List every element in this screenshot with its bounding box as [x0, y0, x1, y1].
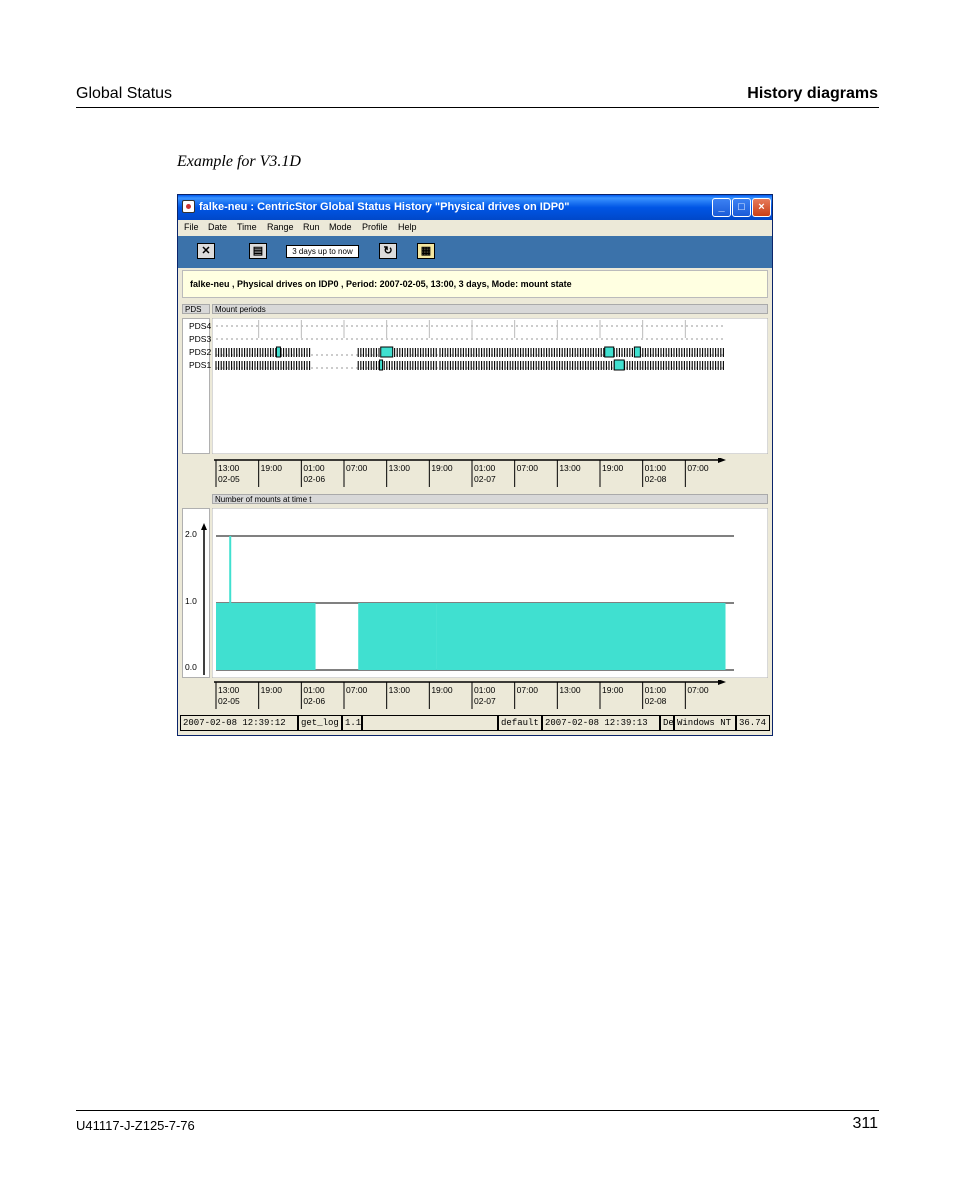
page-header-left: Global Status [76, 85, 173, 102]
mount-count-chart [212, 508, 768, 678]
minimize-button[interactable]: _ [712, 198, 731, 217]
status-timestamp: 2007-02-08 12:39:12 [180, 715, 298, 731]
y-tick-label: 0.0 [185, 662, 197, 672]
drive-label: PDS3 [189, 334, 212, 344]
table-icon[interactable]: ▦ [417, 243, 435, 259]
status-value: 36.74 [736, 715, 770, 731]
bottom-tick-time: 07:00 [517, 685, 539, 695]
toolbar: ✕ ▤ 3 days up to now ↻ ▦ [178, 236, 772, 268]
top-tick-time: 07:00 [517, 463, 539, 473]
time-axis-top: 13:0002-0519:00 01:0002-0607:00 13:00 19:00… [214, 458, 726, 487]
status-os: Windows NT [674, 715, 736, 731]
status-profile: default [498, 715, 542, 731]
figure-caption: Example for V3.1D [177, 153, 301, 170]
menu-profile[interactable]: Profile [362, 222, 388, 232]
page-number: 311 [852, 1115, 878, 1132]
bottom-axis-arrow [718, 680, 726, 685]
info-line: falke-neu , Physical drives on IDP0 , Pe… [182, 270, 768, 298]
top-tick-time: 19:00 [261, 463, 283, 473]
top-tick-time: 13:00 [218, 463, 240, 473]
top-tick-date: 02-06 [303, 474, 325, 484]
top-tick-date: 02-05 [218, 474, 240, 484]
drive-label: PDS2 [189, 347, 212, 357]
bottom-tick-time: 13:00 [389, 685, 411, 695]
bottom-tick-time: 19:00 [261, 685, 283, 695]
bottom-tick-time: 07:00 [346, 685, 368, 695]
window-title: falke-neu : CentricStor Global Status Hi… [199, 201, 570, 213]
y-tick-label: 1.0 [185, 596, 197, 606]
menu-help[interactable]: Help [398, 222, 417, 232]
bottom-tick-date: 02-07 [474, 696, 496, 706]
y-axis-panel: 2.0 1.0 0.0 [182, 508, 210, 678]
maximize-button[interactable]: □ [732, 198, 751, 217]
close-x-icon[interactable]: ✕ [197, 243, 215, 259]
y-tick-label: 2.0 [185, 529, 197, 539]
top-tick-time: 13:00 [559, 463, 581, 473]
page-footer-left: U41117-J-Z125-7-76 [76, 1118, 195, 1133]
bottom-tick-time: 19:00 [431, 685, 453, 695]
mount-count-area [358, 603, 437, 670]
top-axis-arrow [718, 458, 726, 463]
bottom-tick-date: 02-05 [218, 696, 240, 706]
top-tick-date: 02-07 [474, 474, 496, 484]
menu-file[interactable]: File [184, 222, 199, 232]
menu-bar: File Date Time Range Run Mode Profile He… [178, 220, 772, 236]
bottom-tick-time: 01:00 [303, 685, 325, 695]
page-header-right: History diagrams [747, 85, 878, 102]
bottom-tick-time: 13:00 [559, 685, 581, 695]
history-window: falke-neu : CentricStor Global Status Hi… [177, 194, 773, 736]
drive-label: PDS1 [189, 360, 212, 370]
top-tick-time: 19:00 [431, 463, 453, 473]
footer-rule [76, 1110, 879, 1111]
mount-block [380, 346, 394, 358]
app-icon [182, 200, 195, 213]
bottom-tick-time: 01:00 [474, 685, 496, 695]
mount-periods-header: Mount periods [212, 304, 768, 314]
status-version: 1.1 [342, 715, 362, 731]
status-command: get_log [298, 715, 342, 731]
top-tick-time: 01:00 [474, 463, 496, 473]
bottom-tick-time: 19:00 [602, 685, 624, 695]
status-lang: De [660, 715, 674, 731]
range-input[interactable]: 3 days up to now [286, 245, 359, 258]
top-tick-time: 07:00 [687, 463, 709, 473]
mount-block [275, 346, 281, 358]
bottom-tick-time: 13:00 [218, 685, 240, 695]
time-axis-bottom: 13:0002-0519:00 01:0002-0607:00 13:00 19:00… [214, 680, 726, 709]
menu-date[interactable]: Date [208, 222, 227, 232]
bottom-tick-date: 02-06 [303, 696, 325, 706]
y-axis: 2.0 1.0 0.0 [185, 523, 207, 675]
mount-block [379, 359, 384, 371]
top-tick-time: 07:00 [346, 463, 368, 473]
top-tick-time: 19:00 [602, 463, 624, 473]
drive-label-panel: PDS4 PDS3 PDS2 PDS1 [182, 318, 212, 454]
count-header: Number of mounts at time t [212, 494, 768, 504]
refresh-icon[interactable]: ↻ [379, 243, 397, 259]
title-bar[interactable]: falke-neu : CentricStor Global Status Hi… [178, 195, 772, 220]
print-icon[interactable]: ▤ [249, 243, 267, 259]
menu-time[interactable]: Time [237, 222, 257, 232]
header-rule [76, 107, 879, 108]
menu-range[interactable]: Range [267, 222, 294, 232]
menu-mode[interactable]: Mode [329, 222, 352, 232]
mount-block [613, 359, 625, 371]
mount-count-area [216, 603, 316, 670]
top-tick-time: 13:00 [389, 463, 411, 473]
mount-block [633, 346, 641, 358]
mount-count-area [436, 603, 726, 670]
close-button[interactable]: × [752, 198, 771, 217]
top-tick-time: 01:00 [645, 463, 667, 473]
bottom-tick-time: 07:00 [687, 685, 709, 695]
drive-label: PDS4 [189, 321, 212, 331]
top-tick-date: 02-08 [645, 474, 667, 484]
status-empty [362, 715, 498, 731]
pds-label: PDS [182, 304, 210, 314]
bottom-tick-time: 01:00 [645, 685, 667, 695]
top-tick-time: 01:00 [303, 463, 325, 473]
bottom-tick-date: 02-08 [645, 696, 667, 706]
status-timestamp-2: 2007-02-08 12:39:13 [542, 715, 660, 731]
mount-block [604, 346, 615, 358]
mount-periods-chart [212, 318, 768, 454]
menu-run[interactable]: Run [303, 222, 320, 232]
